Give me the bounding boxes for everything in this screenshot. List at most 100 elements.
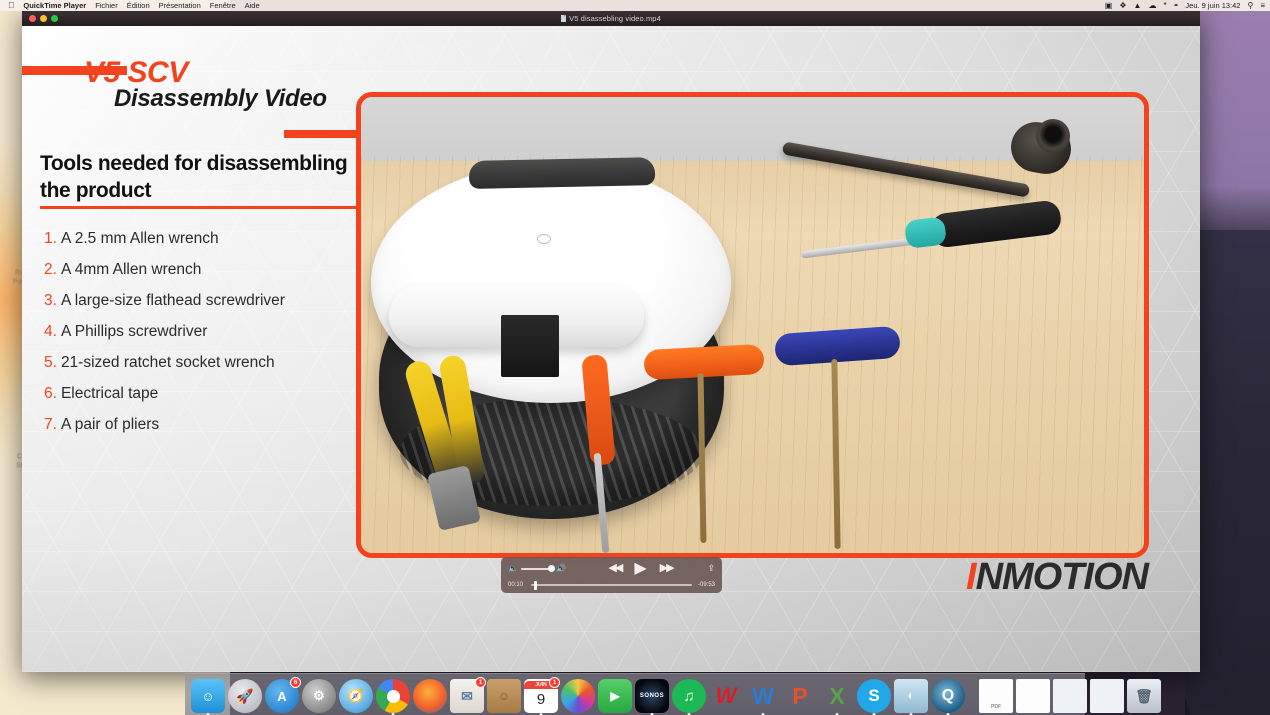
dock-window-thumbnail-2[interactable] — [1090, 679, 1124, 713]
launchpad-icon: 🚀 — [236, 687, 254, 704]
menu-bar-status-area: ▣ ❖ ▲ ☁ * ◓ Jeu. 9 juin 13:42 ⚲ ≡ — [1105, 0, 1265, 11]
share-icon[interactable]: ⇪ — [707, 564, 715, 573]
menu-item-fichier[interactable]: Fichier — [95, 1, 118, 10]
dock-item-excel[interactable]: X — [820, 679, 854, 715]
menu-item-edition[interactable]: Édition — [127, 1, 150, 10]
list-number: 1. — [44, 230, 57, 247]
list-number: 5. — [44, 354, 57, 371]
notification-bell-icon[interactable]: ▲ — [1134, 1, 1142, 10]
dock-item-photos[interactable] — [561, 679, 595, 713]
playback-controls[interactable]: 🔈 🔊 ◀◀ ▶ ▶▶ ⇪ 00:10 -09:53 — [501, 557, 722, 593]
dock-item-safari[interactable]: 🧭 — [339, 679, 373, 713]
list-text: A Phillips screwdriver — [60, 323, 208, 340]
play-button[interactable]: ▶ — [634, 560, 646, 577]
rewind-button[interactable]: ◀◀ — [608, 563, 623, 574]
list-item: 1. A 2.5 mm Allen wrench — [44, 223, 389, 254]
dock-window-thumbnail-1[interactable] — [1053, 679, 1087, 713]
timeline-row: 00:10 -09:53 — [501, 579, 722, 592]
dock-item-finder[interactable]: ☺ — [191, 679, 225, 715]
control-center-icon[interactable]: ≡ — [1260, 1, 1265, 10]
powerpoint-icon: P — [792, 682, 808, 709]
menu-bar-clock[interactable]: Jeu. 9 juin 13:42 — [1185, 1, 1240, 10]
slide-heading: Tools needed for disassembling the produ… — [40, 152, 348, 203]
dock: ☺ 🚀 A6 ⚙ 🧭 ✉ 1 ☺ JUIN 9 1 ▶ SONOS ♫ W W P X… — [185, 673, 1161, 715]
compass-icon: 🧭 — [347, 688, 365, 703]
list-item: 2. A 4mm Allen wrench — [44, 254, 389, 285]
dock-item-spotify[interactable]: ♫ — [672, 679, 706, 715]
list-text: A 2.5 mm Allen wrench — [60, 230, 219, 247]
menu-item-fenetre[interactable]: Fenêtre — [210, 1, 236, 10]
product-photo — [361, 97, 1144, 553]
search-icon[interactable]: ⚲ — [1247, 1, 1253, 10]
calendar-day-number: 9 — [536, 691, 546, 708]
dock-item-facetime[interactable]: ▶ — [598, 679, 632, 713]
apple-logo-icon[interactable]:  — [8, 1, 14, 10]
cloud-icon[interactable]: ☁ — [1148, 1, 1156, 10]
dock-item-launchpad[interactable]: 🚀 — [228, 679, 262, 713]
fast-forward-button[interactable]: ▶▶ — [660, 563, 675, 574]
menu-item-aide[interactable]: Aide — [245, 1, 260, 10]
list-item: 7. A pair of pliers — [44, 409, 389, 440]
logo-initial: I — [966, 556, 977, 598]
dock-item-calendar[interactable]: JUIN 9 1 — [524, 677, 560, 715]
list-text: A large-size flathead screwdriver — [60, 292, 285, 309]
dock-item-app-store[interactable]: A6 — [265, 677, 301, 713]
dock-item-system-preferences[interactable]: ⚙ — [302, 679, 336, 713]
window-title-bar[interactable]: V5 disassebling video.mp4 — [22, 11, 1200, 26]
badge: 1 — [549, 677, 560, 688]
dock-item-trash[interactable]: 🗑 — [1127, 679, 1161, 713]
winamax-icon: W — [715, 683, 737, 708]
dock-item-sonos[interactable]: SONOS — [635, 679, 669, 715]
dock-item-word[interactable]: W — [746, 679, 780, 715]
list-number: 2. — [44, 261, 57, 278]
speaker-high-icon[interactable]: 🔊 — [556, 564, 566, 573]
elapsed-time: 00:10 — [508, 582, 524, 588]
bluetooth-icon[interactable]: * — [1163, 1, 1166, 10]
dropbox-icon[interactable]: ❖ — [1119, 1, 1126, 10]
volume-control[interactable]: 🔈 🔊 — [508, 564, 566, 573]
video-content[interactable]: V5 SCV Disassembly Video Tools needed fo… — [22, 26, 1200, 672]
menu-bar:  QuickTime Player Fichier Édition Prése… — [0, 0, 1270, 11]
scrubber[interactable] — [531, 580, 692, 590]
dock-file-document[interactable] — [1016, 679, 1050, 713]
dock-file-pdf[interactable]: PDF — [979, 679, 1013, 713]
slide-title-main: V5 SCV — [84, 56, 188, 89]
dock-item-mail[interactable]: ✉ 1 — [450, 677, 486, 713]
dock-item-chrome[interactable] — [376, 679, 410, 715]
word-icon: W — [752, 682, 774, 709]
wifi-icon[interactable]: ◓ — [1174, 1, 1179, 10]
list-text: 21-sized ratchet socket wrench — [60, 354, 275, 371]
menu-app-name[interactable]: QuickTime Player — [23, 1, 86, 10]
heading-underline — [40, 206, 365, 209]
menu-item-presentation[interactable]: Présentation — [159, 1, 201, 10]
list-item: 3. A large-size flathead screwdriver — [44, 285, 389, 316]
unicycle-handle — [468, 157, 656, 189]
spotify-icon: ♫ — [683, 687, 695, 705]
quicktime-window: V5 disassebling video.mp4 V5 SCV Disasse… — [22, 11, 1200, 672]
list-text: A 4mm Allen wrench — [60, 261, 202, 278]
list-item: 6. Electrical tape — [44, 378, 389, 409]
badge: 1 — [475, 677, 486, 688]
volume-slider[interactable] — [520, 565, 555, 572]
product-photo-frame — [356, 92, 1149, 558]
gear-icon: ⚙ — [313, 688, 325, 703]
screen-recording-icon[interactable]: ▣ — [1105, 1, 1113, 10]
trash-icon: 🗑 — [1135, 687, 1153, 704]
dock-item-firefox[interactable] — [413, 679, 447, 713]
inmotion-logo: INMOTION — [966, 556, 1149, 598]
dock-item-winamax[interactable]: W — [709, 679, 743, 713]
dock-item-powerpoint[interactable]: P — [783, 679, 817, 713]
volume-slider-knob[interactable] — [547, 565, 555, 572]
list-text: Electrical tape — [60, 385, 159, 402]
scrubber-knob[interactable] — [534, 580, 537, 590]
window-title: V5 disassebling video.mp4 — [22, 14, 1200, 23]
speaker-low-icon[interactable]: 🔈 — [508, 564, 518, 573]
document-icon — [561, 15, 567, 22]
dock-item-contacts[interactable]: ☺ — [487, 679, 521, 713]
dock-item-quicktime[interactable]: Q — [931, 679, 965, 715]
dock-item-preview[interactable]: ◐ — [894, 679, 928, 715]
dock-item-skype[interactable]: S — [857, 679, 891, 715]
excel-icon: X — [829, 682, 845, 709]
video-camera-icon: ▶ — [610, 689, 620, 703]
list-number: 4. — [44, 323, 57, 340]
